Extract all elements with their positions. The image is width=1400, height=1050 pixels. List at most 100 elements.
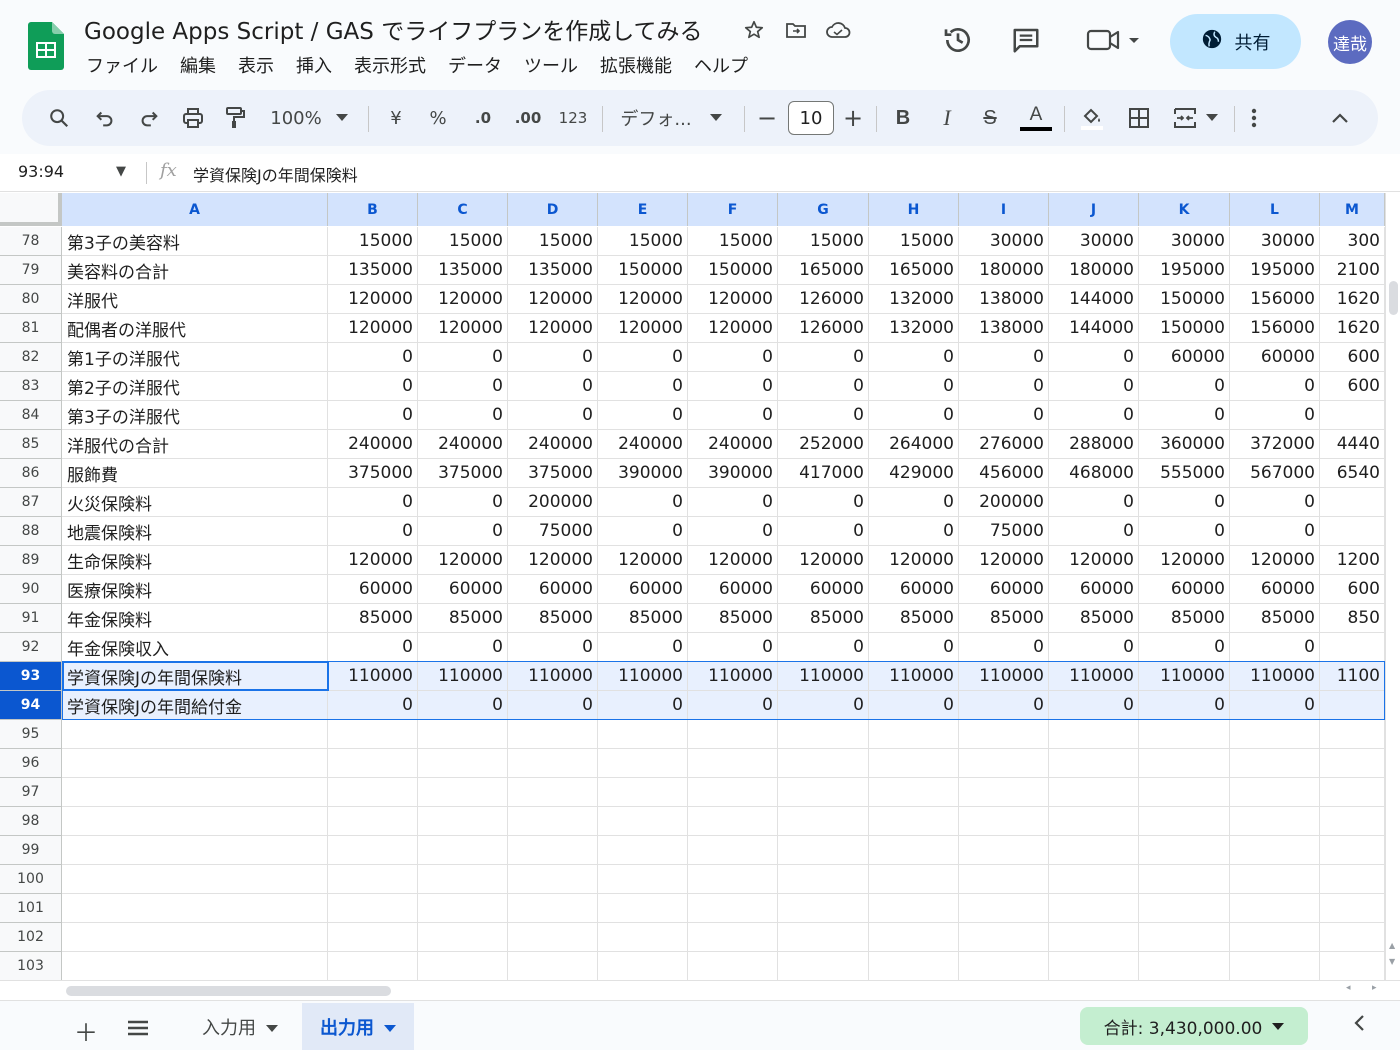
- table-cell[interactable]: [1320, 633, 1385, 662]
- table-cell[interactable]: 288000: [1049, 430, 1139, 459]
- table-cell[interactable]: 110000: [869, 662, 959, 691]
- table-cell[interactable]: 85000: [959, 604, 1049, 633]
- table-cell[interactable]: 0: [598, 401, 688, 430]
- formula-input[interactable]: 学資保険Jの年間保険料: [193, 162, 358, 186]
- table-cell[interactable]: 600: [1320, 343, 1385, 372]
- table-cell[interactable]: 60000: [1139, 575, 1230, 604]
- table-cell[interactable]: 0: [869, 372, 959, 401]
- table-cell[interactable]: 120000: [508, 314, 598, 343]
- table-cell[interactable]: 0: [1139, 401, 1230, 430]
- table-cell-label[interactable]: 第2子の洋服代: [62, 372, 328, 401]
- table-cell[interactable]: 0: [598, 691, 688, 720]
- increase-font-size-button[interactable]: +: [842, 90, 864, 146]
- table-cell[interactable]: [688, 807, 778, 836]
- table-cell[interactable]: [598, 865, 688, 894]
- table-cell[interactable]: 0: [778, 343, 869, 372]
- table-cell[interactable]: 0: [1230, 401, 1320, 430]
- table-cell[interactable]: 200000: [508, 488, 598, 517]
- table-cell[interactable]: 240000: [328, 430, 418, 459]
- table-cell[interactable]: [1230, 894, 1320, 923]
- table-cell[interactable]: 390000: [688, 459, 778, 488]
- table-cell[interactable]: 144000: [1049, 314, 1139, 343]
- table-cell[interactable]: [959, 778, 1049, 807]
- share-button[interactable]: 共有: [1170, 14, 1301, 69]
- table-cell-label[interactable]: [62, 923, 328, 952]
- table-cell[interactable]: [418, 807, 508, 836]
- zoom-select[interactable]: 100%: [266, 90, 326, 146]
- font-chevron-down-icon[interactable]: [706, 90, 726, 146]
- table-cell[interactable]: 15000: [328, 227, 418, 256]
- table-cell[interactable]: 0: [778, 372, 869, 401]
- table-cell[interactable]: [959, 865, 1049, 894]
- table-cell[interactable]: [959, 894, 1049, 923]
- table-cell[interactable]: 0: [598, 343, 688, 372]
- table-cell[interactable]: 110000: [688, 662, 778, 691]
- table-cell[interactable]: [688, 923, 778, 952]
- table-cell[interactable]: 0: [508, 633, 598, 662]
- table-cell[interactable]: 0: [508, 343, 598, 372]
- column-header-f[interactable]: F: [688, 193, 778, 226]
- table-cell[interactable]: 0: [328, 633, 418, 662]
- table-cell-label[interactable]: [62, 894, 328, 923]
- scroll-right-icon[interactable]: ▸: [1372, 983, 1377, 993]
- sheet-tab-chevron-down-icon[interactable]: [266, 1017, 278, 1038]
- table-cell-label[interactable]: [62, 952, 328, 980]
- table-cell[interactable]: 456000: [959, 459, 1049, 488]
- table-cell[interactable]: 195000: [1230, 256, 1320, 285]
- menu-edit[interactable]: 編集: [180, 52, 216, 78]
- table-cell[interactable]: [508, 923, 598, 952]
- table-cell-label[interactable]: 学資保険Jの年間保険料: [62, 662, 328, 691]
- table-cell-label[interactable]: 服飾費: [62, 459, 328, 488]
- table-cell[interactable]: 240000: [418, 430, 508, 459]
- table-cell[interactable]: [1139, 952, 1230, 980]
- table-cell[interactable]: 15000: [598, 227, 688, 256]
- table-cell[interactable]: 0: [959, 401, 1049, 430]
- table-cell[interactable]: [1320, 401, 1385, 430]
- table-cell[interactable]: [418, 836, 508, 865]
- table-cell[interactable]: 0: [598, 633, 688, 662]
- table-cell[interactable]: [778, 865, 869, 894]
- table-cell[interactable]: [418, 865, 508, 894]
- table-cell[interactable]: 0: [508, 401, 598, 430]
- table-cell-label[interactable]: 洋服代: [62, 285, 328, 314]
- table-cell[interactable]: [959, 923, 1049, 952]
- table-cell[interactable]: 165000: [869, 256, 959, 285]
- table-cell[interactable]: 850: [1320, 604, 1385, 633]
- table-cell[interactable]: [598, 807, 688, 836]
- table-cell[interactable]: 85000: [328, 604, 418, 633]
- table-cell[interactable]: 120000: [418, 285, 508, 314]
- table-cell[interactable]: 372000: [1230, 430, 1320, 459]
- table-cell[interactable]: [869, 836, 959, 865]
- table-cell[interactable]: [688, 749, 778, 778]
- table-cell[interactable]: 135000: [508, 256, 598, 285]
- table-cell[interactable]: [1230, 952, 1320, 980]
- table-cell[interactable]: [688, 778, 778, 807]
- table-cell[interactable]: 375000: [508, 459, 598, 488]
- add-sheet-icon[interactable]: ＋: [74, 1013, 98, 1048]
- table-cell[interactable]: 85000: [598, 604, 688, 633]
- table-cell[interactable]: 60000: [688, 575, 778, 604]
- table-cell[interactable]: 0: [1230, 633, 1320, 662]
- table-cell[interactable]: 120000: [598, 314, 688, 343]
- select-all-corner[interactable]: [0, 193, 62, 226]
- table-cell[interactable]: [1320, 778, 1385, 807]
- table-cell[interactable]: 0: [598, 372, 688, 401]
- row-header[interactable]: 98: [0, 807, 62, 836]
- table-cell[interactable]: 240000: [598, 430, 688, 459]
- table-cell[interactable]: 110000: [1139, 662, 1230, 691]
- name-box-chevron-down-icon[interactable]: ▼: [116, 164, 126, 179]
- table-cell[interactable]: 135000: [418, 256, 508, 285]
- table-cell[interactable]: 0: [598, 488, 688, 517]
- table-cell[interactable]: [1230, 923, 1320, 952]
- table-cell[interactable]: [778, 720, 869, 749]
- table-cell[interactable]: 240000: [688, 430, 778, 459]
- table-cell[interactable]: 110000: [328, 662, 418, 691]
- table-cell[interactable]: [778, 807, 869, 836]
- table-cell[interactable]: 240000: [508, 430, 598, 459]
- table-cell[interactable]: 138000: [959, 314, 1049, 343]
- merge-chevron-down-icon[interactable]: [1202, 90, 1222, 146]
- table-cell[interactable]: 0: [778, 517, 869, 546]
- sheet-tab-input[interactable]: 入力用: [184, 1003, 296, 1050]
- table-cell[interactable]: 120000: [418, 314, 508, 343]
- table-cell[interactable]: 0: [869, 343, 959, 372]
